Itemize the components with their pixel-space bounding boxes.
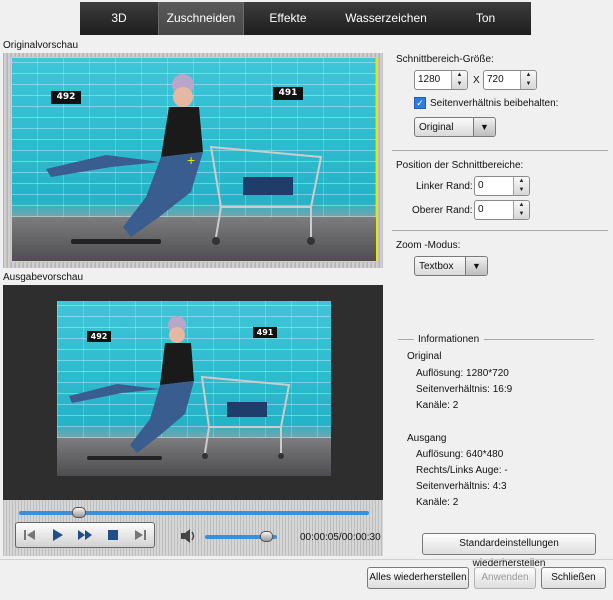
spin-up-icon[interactable]: ▲ [514, 177, 529, 186]
crop-height-spinner[interactable]: 720 ▲ ▼ [483, 70, 537, 90]
info-original-channels: Kanäle: 2 [416, 400, 459, 411]
spin-down-icon[interactable]: ▼ [452, 80, 467, 89]
volume-slider-thumb[interactable] [260, 531, 274, 542]
restore-all-button[interactable]: Alles wiederherstellen [367, 567, 469, 589]
tab-bar: 3D Zuschneiden Effekte Wasserzeichen Ton [0, 0, 613, 36]
original-video-frame: 492 491 + [11, 57, 377, 262]
info-title: Informationen [418, 334, 480, 345]
close-button[interactable]: Schließen [541, 567, 606, 589]
spin-up-icon[interactable]: ▲ [452, 71, 467, 80]
volume-icon[interactable] [180, 528, 198, 547]
info-output-heading: Ausgang [407, 433, 447, 444]
tabs: 3D Zuschneiden Effekte Wasserzeichen Ton [80, 2, 531, 35]
crop-width-value: 1280 [418, 74, 441, 85]
spin-down-icon[interactable]: ▼ [514, 186, 529, 195]
zoom-mode-label: Zoom -Modus: [396, 240, 461, 251]
chevron-down-icon: ▼ [473, 118, 495, 136]
tab-ton[interactable]: Ton [440, 2, 531, 35]
footer-divider [0, 559, 613, 560]
keep-ratio-checkbox[interactable]: ✓ [414, 97, 426, 109]
info-output-ratio: Seitenverhältnis: 4:3 [416, 481, 507, 492]
spin-down-icon[interactable]: ▼ [521, 80, 536, 89]
aspect-ratio-dropdown[interactable]: Original ▼ [414, 117, 496, 137]
crop-height-value: 720 [487, 74, 504, 85]
preview-panel: Originalvorschau 492 491 + Ausgabevorsch… [0, 38, 385, 558]
skip-back-icon[interactable] [17, 524, 43, 546]
output-preview-label: Ausgabevorschau [3, 272, 84, 283]
aspect-ratio-value: Original [419, 122, 454, 133]
tab-effekte[interactable]: Effekte [244, 2, 332, 35]
tab-3d[interactable]: 3D [80, 2, 158, 35]
crop-width-spinner[interactable]: 1280 ▲ ▼ [414, 70, 468, 90]
apply-button[interactable]: Anwenden [474, 567, 536, 589]
info-divider-right [484, 339, 594, 340]
output-preview: 492 491 [3, 285, 383, 500]
crop-settings-panel: Schnittbereich-Größe: 1280 ▲ ▼ X 720 ▲ ▼ ✓… [392, 42, 610, 569]
zoom-mode-value: Textbox [419, 261, 454, 272]
info-output-resolution: Auflösung: 640*480 [416, 449, 504, 460]
info-original-resolution: Auflösung: 1280*720 [416, 368, 509, 379]
section-divider [392, 150, 608, 151]
skip-forward-icon[interactable] [127, 524, 153, 546]
info-output-stereo: Rechts/Links Auge: - [416, 465, 508, 476]
original-preview: 492 491 + [3, 53, 383, 268]
restore-defaults-button[interactable]: Standardeinstellungen wiederherstellen [422, 533, 596, 569]
info-original-heading: Original [407, 351, 442, 362]
tab-wasserzeichen[interactable]: Wasserzeichen [332, 2, 440, 35]
info-original-ratio: Seitenverhältnis: 16:9 [416, 384, 513, 395]
left-margin-value: 0 [478, 180, 484, 191]
player-controls: 00:00:05/00:00:30 [3, 500, 383, 556]
top-margin-spinner[interactable]: 0 ▲ ▼ [474, 200, 530, 220]
info-divider-left [398, 339, 414, 340]
left-margin-spinner[interactable]: 0 ▲ ▼ [474, 176, 530, 196]
seek-slider-thumb[interactable] [71, 507, 86, 518]
fast-forward-icon[interactable] [72, 524, 98, 546]
section-divider [392, 230, 608, 231]
transport-controls [15, 522, 155, 548]
tab-zuschneiden[interactable]: Zuschneiden [158, 2, 244, 35]
spin-up-icon[interactable]: ▲ [521, 71, 536, 80]
crop-size-label: Schnittbereich-Größe: [396, 54, 494, 65]
chevron-down-icon: ▼ [465, 257, 487, 275]
spin-down-icon[interactable]: ▼ [514, 210, 529, 219]
top-margin-label: Oberer Rand: [412, 205, 473, 216]
output-video-frame: 492 491 [57, 301, 331, 476]
time-display: 00:00:05/00:00:30 [300, 532, 381, 543]
output-scene-figure [69, 316, 291, 460]
output-badge-left-number: 492 [87, 331, 111, 342]
stop-icon[interactable] [100, 524, 126, 546]
info-output-channels: Kanäle: 2 [416, 497, 459, 508]
badge-right-number: 491 [273, 87, 303, 100]
badge-left-number: 492 [51, 91, 81, 104]
original-preview-label: Originalvorschau [3, 40, 79, 51]
crop-center-crosshair-icon[interactable]: + [187, 153, 195, 167]
crop-position-label: Position der Schnittbereiche: [396, 160, 524, 171]
play-icon[interactable] [44, 524, 70, 546]
left-margin-label: Linker Rand: [416, 181, 473, 192]
top-margin-value: 0 [478, 204, 484, 215]
zoom-mode-dropdown[interactable]: Textbox ▼ [414, 256, 488, 276]
output-badge-right-number: 491 [253, 327, 277, 338]
spin-up-icon[interactable]: ▲ [514, 201, 529, 210]
keep-ratio-label: Seitenverhältnis beibehalten: [430, 98, 559, 109]
size-separator: X [473, 75, 480, 86]
